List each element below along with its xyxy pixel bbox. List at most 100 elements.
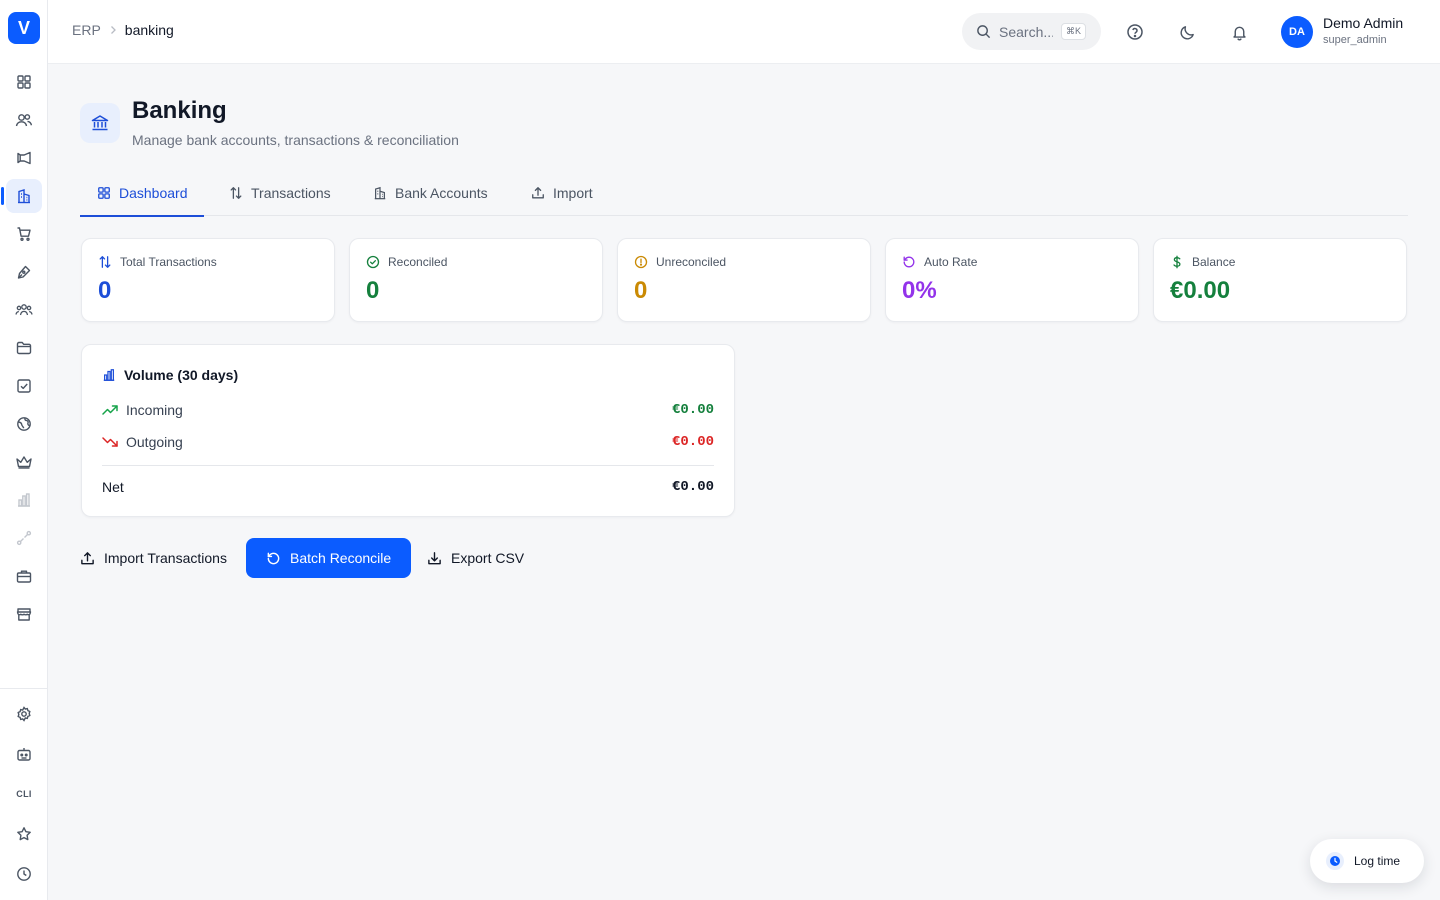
batch-reconcile-label: Batch Reconcile bbox=[290, 550, 392, 566]
sidebar-item-design[interactable] bbox=[6, 255, 42, 289]
user-avatar[interactable]: DA bbox=[1281, 16, 1313, 48]
stat-label: Unreconciled bbox=[656, 255, 727, 269]
sidebar-item-favorites[interactable] bbox=[6, 817, 42, 851]
sidebar-item-dashboard[interactable] bbox=[6, 65, 42, 99]
outgoing-label: Outgoing bbox=[126, 434, 183, 450]
sidebar-divider bbox=[0, 688, 48, 689]
log-time-button[interactable]: Log time bbox=[1310, 839, 1424, 883]
tab-label: Import bbox=[553, 185, 593, 201]
dollar-icon bbox=[1173, 255, 1181, 269]
import-transactions-button[interactable]: Import Transactions bbox=[80, 538, 227, 578]
rotate-icon bbox=[267, 552, 280, 564]
megaphone-icon bbox=[17, 151, 31, 165]
star-icon bbox=[17, 827, 31, 841]
incoming-label: Incoming bbox=[126, 402, 183, 418]
sidebar-item-store[interactable] bbox=[6, 597, 42, 631]
breadcrumb-current: banking bbox=[124, 22, 174, 38]
tab-import[interactable]: Import bbox=[531, 170, 593, 216]
volume-divider bbox=[102, 465, 714, 466]
users-icon bbox=[15, 114, 33, 127]
cli-label: CLI bbox=[16, 789, 32, 799]
store-icon bbox=[16, 608, 32, 621]
globe-icon bbox=[17, 417, 31, 431]
user-role: super_admin bbox=[1323, 34, 1387, 46]
user-name[interactable]: Demo Admin bbox=[1323, 15, 1403, 31]
team-icon bbox=[15, 304, 33, 316]
search-icon bbox=[977, 25, 991, 39]
bell-icon bbox=[1232, 26, 1246, 40]
sidebar-item-cli[interactable]: CLI bbox=[6, 777, 42, 811]
stat-label: Balance bbox=[1192, 255, 1236, 269]
sidebar-item-reports[interactable] bbox=[6, 483, 42, 517]
bar-chart-icon bbox=[18, 493, 30, 507]
tab-label: Dashboard bbox=[119, 185, 188, 201]
help-icon bbox=[1127, 24, 1143, 40]
search-shortcut: ⌘K bbox=[1061, 23, 1087, 40]
download-icon bbox=[428, 551, 441, 564]
stat-label: Reconciled bbox=[388, 255, 448, 269]
app-logo[interactable]: V bbox=[8, 12, 40, 44]
pen-icon bbox=[17, 265, 31, 279]
log-time-label: Log time bbox=[1354, 854, 1401, 868]
alert-circle-icon bbox=[634, 255, 648, 269]
robot-icon bbox=[17, 748, 31, 761]
sidebar-item-sales[interactable] bbox=[6, 217, 42, 251]
incoming-value: €0.00 bbox=[671, 402, 714, 418]
volume-title-text: Volume (30 days) bbox=[124, 367, 239, 383]
upload-icon bbox=[81, 551, 94, 564]
stat-header: Balance bbox=[1170, 255, 1235, 269]
sidebar-item-contacts[interactable] bbox=[6, 103, 42, 137]
export-csv-label: Export CSV bbox=[451, 550, 525, 566]
stat-label: Auto Rate bbox=[924, 255, 978, 269]
clock-icon bbox=[17, 867, 31, 881]
import-transactions-label: Import Transactions bbox=[104, 550, 227, 566]
tab-label: Bank Accounts bbox=[395, 185, 488, 201]
bank-building-icon bbox=[374, 186, 386, 200]
stat-header: Unreconciled bbox=[634, 255, 726, 269]
tab-dashboard[interactable]: Dashboard bbox=[80, 170, 204, 217]
timer-icon bbox=[1326, 852, 1344, 870]
volume-row-net: Net €0.00 bbox=[102, 479, 714, 495]
tab-bank-accounts[interactable]: Bank Accounts bbox=[373, 170, 488, 216]
net-label: Net bbox=[102, 479, 124, 495]
trending-up-icon bbox=[102, 405, 118, 415]
search-box[interactable]: Search... ⌘K bbox=[962, 13, 1101, 50]
theme-toggle-button[interactable] bbox=[1176, 21, 1198, 43]
stat-card-reconciled: Reconciled 0 bbox=[349, 238, 603, 322]
batch-reconcile-button[interactable]: Batch Reconcile bbox=[246, 538, 412, 578]
sidebar-item-tools[interactable] bbox=[6, 559, 42, 593]
net-value: €0.00 bbox=[671, 479, 714, 495]
upload-icon bbox=[532, 187, 544, 199]
gear-icon bbox=[17, 706, 31, 722]
stat-card-total-transactions: Total Transactions 0 bbox=[81, 238, 335, 322]
sidebar-item-web[interactable] bbox=[6, 407, 42, 441]
tab-label: Transactions bbox=[251, 185, 331, 201]
export-csv-button[interactable]: Export CSV bbox=[427, 538, 524, 578]
help-button[interactable] bbox=[1124, 21, 1146, 43]
breadcrumb-root[interactable]: ERP bbox=[72, 22, 101, 38]
sidebar-item-history[interactable] bbox=[6, 857, 42, 891]
arrows-updown-icon bbox=[99, 256, 111, 268]
sidebar-item-settings[interactable] bbox=[6, 697, 42, 731]
stat-header: Reconciled bbox=[366, 255, 447, 269]
stat-value: 0% bbox=[902, 277, 937, 304]
sidebar-item-team[interactable] bbox=[6, 293, 42, 327]
volume-title: Volume (30 days) bbox=[102, 367, 238, 383]
sidebar-item-bot[interactable] bbox=[6, 737, 42, 771]
page-title: Banking bbox=[132, 97, 227, 124]
sidebar-item-banking[interactable] bbox=[1, 179, 42, 213]
notifications-button[interactable] bbox=[1228, 21, 1250, 43]
top-header: ERP banking Search... ⌘K DA Demo Admin s… bbox=[48, 0, 1440, 64]
cart-icon bbox=[17, 227, 31, 242]
check-circle-icon bbox=[366, 255, 380, 269]
sidebar-item-marketing[interactable] bbox=[6, 141, 42, 175]
tab-transactions[interactable]: Transactions bbox=[229, 170, 331, 216]
sidebar-item-tasks[interactable] bbox=[6, 369, 42, 403]
check-square-icon bbox=[17, 379, 31, 393]
sidebar-item-premium[interactable] bbox=[6, 445, 42, 479]
moon-icon bbox=[1179, 25, 1194, 40]
sidebar-item-workflow[interactable] bbox=[6, 521, 42, 555]
sidebar-item-files[interactable] bbox=[6, 331, 42, 365]
arrows-updown-icon bbox=[230, 187, 242, 199]
sidebar: V CLI bbox=[0, 0, 48, 900]
